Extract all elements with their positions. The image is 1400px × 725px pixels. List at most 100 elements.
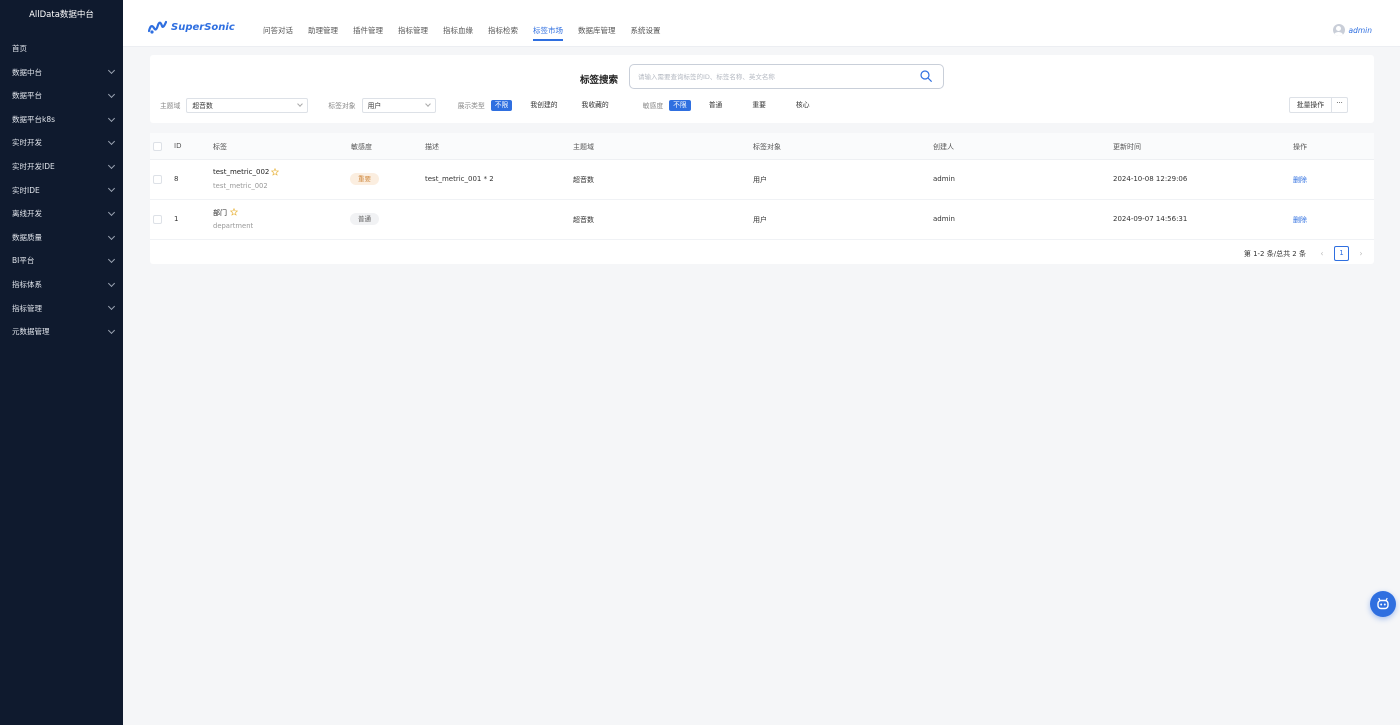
chevron-down-icon xyxy=(107,208,116,216)
sidebar-item-label: 指标体系 xyxy=(12,279,42,289)
logo[interactable]: SuperSonic xyxy=(148,20,235,35)
object-select[interactable]: 用户 xyxy=(361,97,436,113)
sensitivity-option-important[interactable]: 重要 xyxy=(748,100,770,111)
prev-page-icon[interactable]: ‹ xyxy=(1316,249,1328,258)
pagination: 第 1-2 条/总共 2 条 ‹ 1 › xyxy=(1244,246,1367,261)
display-option-any[interactable]: 不限 xyxy=(490,99,513,111)
display-option-favorites[interactable]: 我收藏的 xyxy=(578,100,613,111)
row-description: test_metric_001 * 2 xyxy=(425,175,494,183)
sidebar-item[interactable]: 首页 xyxy=(0,37,123,61)
row-domain: 超音数 xyxy=(573,176,594,184)
row-creator: admin xyxy=(933,175,955,183)
chevron-down-icon xyxy=(107,90,116,99)
tag-name-link[interactable]: test_metric_002 xyxy=(213,168,269,176)
nav-tab[interactable]: 标签市场 xyxy=(533,0,563,47)
row-checkbox[interactable] xyxy=(153,175,162,184)
top-header: SuperSonic 问答对话 助理管理 插件管理 指标管理 指标血缘 指标检索 标签市场数… xyxy=(123,0,1400,47)
row-id: 8 xyxy=(174,175,179,183)
sidebar-item[interactable]: BI平台 xyxy=(0,249,123,273)
chat-assistant-button[interactable] xyxy=(1370,591,1396,617)
col-object: 标签对象 xyxy=(753,143,781,151)
sidebar-item[interactable]: 实时开发 xyxy=(0,131,123,155)
display-option-mine[interactable]: 我创建的 xyxy=(526,100,561,111)
col-id: ID xyxy=(174,142,182,150)
sidebar-item[interactable]: 实时IDE xyxy=(0,179,123,203)
col-creator: 创建人 xyxy=(933,143,954,151)
display-label: 展示类型 xyxy=(457,102,485,110)
sensitivity-option-core[interactable]: 核心 xyxy=(792,100,814,111)
chevron-down-icon xyxy=(107,326,116,334)
row-checkbox[interactable] xyxy=(153,215,162,224)
row-updated: 2024-10-08 12:29:06 xyxy=(1113,175,1188,183)
logo-icon xyxy=(148,20,167,34)
sensitivity-badge: 普通 xyxy=(350,213,379,225)
logo-text: SuperSonic xyxy=(171,22,235,33)
nav-tab[interactable]: 系统设置 xyxy=(631,0,661,47)
nav-tab[interactable]: 数据库管理 xyxy=(578,0,616,47)
chevron-down-icon xyxy=(107,256,116,264)
bulk-action-button[interactable]: 批量操作 xyxy=(1288,97,1332,113)
delete-button[interactable]: 删除 xyxy=(1293,215,1307,225)
search-icon[interactable] xyxy=(920,70,932,82)
table-row: 1 部门 department 普通 超音数 用户 admin 2024-09-… xyxy=(150,200,1374,240)
chevron-down-icon xyxy=(297,101,304,107)
sidebar-item-label: 元数据管理 xyxy=(12,327,50,337)
col-actions: 操作 xyxy=(1293,143,1307,151)
chevron-down-icon xyxy=(107,279,116,287)
search-input[interactable] xyxy=(638,65,908,88)
row-updated: 2024-09-07 14:56:31 xyxy=(1113,215,1188,223)
object-label: 标签对象 xyxy=(328,102,356,110)
nav-tab[interactable]: 指标检索 xyxy=(488,0,518,47)
col-tag: 标签 xyxy=(213,143,227,151)
sidebar-item-label: 数据平台 xyxy=(12,91,42,101)
sidebar-item-label: 实时开发IDE xyxy=(12,161,55,171)
sidebar-item[interactable]: 数据中台 xyxy=(0,61,123,85)
chevron-down-icon xyxy=(107,114,116,122)
col-sensitivity: 敏感度 xyxy=(351,143,372,151)
table-header: ID 标签 敏感度 描述 主题域 标签对象 创建人 更新时间 操作 xyxy=(150,133,1374,160)
chevron-down-icon xyxy=(107,138,116,146)
nav-tab[interactable]: 指标管理 xyxy=(398,0,428,47)
table-panel: ID 标签 敏感度 描述 主题域 标签对象 创建人 更新时间 操作 8 test… xyxy=(150,133,1374,264)
page-button[interactable]: 1 xyxy=(1334,246,1349,261)
nav-tab[interactable]: 插件管理 xyxy=(353,0,383,47)
sidebar-item-label: 指标管理 xyxy=(12,303,42,313)
avatar xyxy=(1332,24,1345,36)
nav-tab[interactable]: 指标血缘 xyxy=(443,0,473,47)
sensitivity-option-normal[interactable]: 普通 xyxy=(705,100,727,111)
select-all-checkbox[interactable] xyxy=(153,142,162,151)
sidebar-item[interactable]: 指标管理 xyxy=(0,297,123,321)
robot-icon xyxy=(1377,597,1389,610)
sidebar-item[interactable]: 数据平台 xyxy=(0,84,123,108)
favorite-star-icon[interactable] xyxy=(271,168,279,176)
domain-select[interactable]: 超音数 xyxy=(186,97,309,113)
sidebar-item-label: 离线开发 xyxy=(12,209,42,219)
filter-row: 主题域 超音数 标签对象 用户 展示类型 不限 我创建的 我收藏的 敏感度 不限… xyxy=(160,97,1364,113)
sidebar: AllData数据中台 首页 数据中台 数据平台 数据平台k8s 实时开发 实时开发IDE… xyxy=(0,0,123,725)
user-name: admin xyxy=(1348,25,1373,35)
chevron-down-icon xyxy=(107,185,116,193)
row-object: 用户 xyxy=(753,216,767,224)
user-menu[interactable]: admin xyxy=(1332,24,1373,36)
sidebar-item-label: 数据平台k8s xyxy=(12,114,56,124)
more-icon[interactable]: ··· xyxy=(1332,97,1348,113)
top-nav: 问答对话 助理管理 插件管理 指标管理 指标血缘 指标检索 标签市场 数据库管理 系统设置 xyxy=(263,0,676,47)
col-domain: 主题域 xyxy=(573,143,594,151)
chevron-down-icon xyxy=(424,101,431,107)
delete-button[interactable]: 删除 xyxy=(1293,175,1307,185)
nav-tab[interactable]: 问答对话 xyxy=(263,0,293,47)
sidebar-item[interactable]: 数据平台k8s xyxy=(0,108,123,132)
sidebar-item[interactable]: 元数据管理 xyxy=(0,320,123,344)
bulk-actions: 批量操作 ··· xyxy=(1288,97,1348,113)
tag-name-link[interactable]: 部门 xyxy=(213,208,227,218)
nav-tab[interactable]: 助理管理 xyxy=(308,0,338,47)
sidebar-item[interactable]: 离线开发 xyxy=(0,202,123,226)
sidebar-item-label: 实时IDE xyxy=(12,185,40,195)
next-page-icon[interactable]: › xyxy=(1355,249,1367,258)
favorite-star-icon[interactable] xyxy=(230,208,238,216)
sensitivity-option-any[interactable]: 不限 xyxy=(669,99,691,111)
row-object: 用户 xyxy=(753,176,767,184)
sidebar-item[interactable]: 指标体系 xyxy=(0,273,123,297)
sidebar-item[interactable]: 实时开发IDE xyxy=(0,155,123,179)
sidebar-item[interactable]: 数据质量 xyxy=(0,226,123,250)
